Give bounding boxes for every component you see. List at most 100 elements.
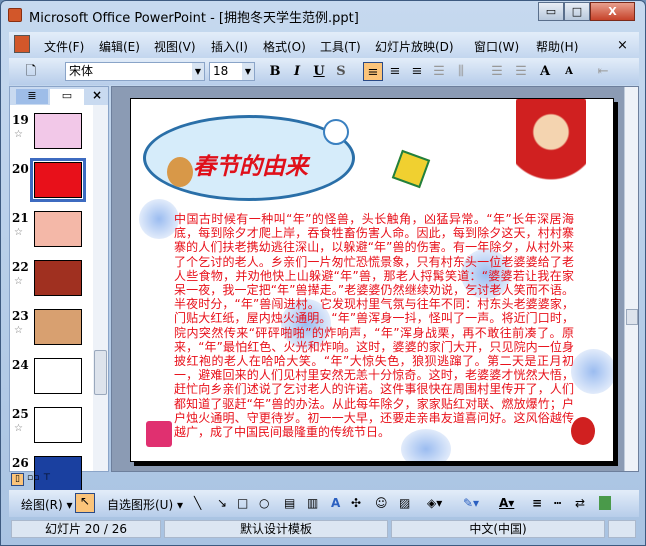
arrow-icon[interactable]: ↘ xyxy=(217,496,227,510)
menu-window[interactable]: 窗口(W) xyxy=(474,38,519,55)
slide-thumbnail-image[interactable] xyxy=(34,113,82,149)
slide-title[interactable]: 春节的由来 xyxy=(193,147,308,181)
font-name-select[interactable]: 宋体 ▼ xyxy=(65,62,205,81)
slide-number: 25 xyxy=(12,407,29,421)
menu-edit[interactable]: 编辑(E) xyxy=(99,38,140,55)
slide-number: 26 xyxy=(12,456,29,470)
slide-number: 19 xyxy=(12,113,29,127)
slide-thumbnail-image[interactable] xyxy=(34,407,82,443)
animation-star-icon: ☆ xyxy=(14,227,23,238)
animation-star-icon: ☆ xyxy=(14,325,23,336)
distributed-icon[interactable]: ☰ xyxy=(429,62,449,81)
underline-button[interactable]: U xyxy=(309,62,329,81)
select-pointer-icon[interactable]: ↖ xyxy=(75,493,95,513)
slide-thumbnail-19[interactable]: 19 ☆ xyxy=(10,113,96,161)
gift-box-icon xyxy=(391,149,431,189)
font-color-icon[interactable]: A▾ xyxy=(499,496,514,510)
slide-sorter-button[interactable]: ▫▫ xyxy=(27,473,39,483)
slide-thumbnail-22[interactable]: 22 ☆ xyxy=(10,260,96,308)
minimize-button[interactable]: ▭ xyxy=(538,2,564,21)
vertical-textbox-icon[interactable]: ▥ xyxy=(307,496,318,510)
oval-icon[interactable]: ○ xyxy=(259,496,269,510)
rectangle-icon[interactable]: □ xyxy=(237,496,248,510)
slide-thumbnail-image[interactable] xyxy=(34,309,82,345)
menu-help[interactable]: 帮助(H) xyxy=(536,38,578,55)
kid-icon xyxy=(571,417,595,445)
picture-icon[interactable]: ▨ xyxy=(399,496,410,510)
slideshow-button[interactable]: ⊤ xyxy=(43,473,51,483)
design-template: 默认设计模板 xyxy=(164,520,388,538)
chevron-down-icon[interactable]: ▼ xyxy=(242,63,254,80)
new-document-icon[interactable]: 🗋 xyxy=(21,62,41,81)
menu-view[interactable]: 视图(V) xyxy=(154,38,196,55)
slide-thumbnail-25[interactable]: 25 ☆ xyxy=(10,407,96,455)
fill-color-icon[interactable]: ◈▾ xyxy=(427,496,442,510)
autoshapes-menu[interactable]: 自选图形(U) ▾ xyxy=(107,496,183,513)
align-center-button[interactable]: ≡ xyxy=(385,62,405,81)
menu-format[interactable]: 格式(O) xyxy=(263,38,306,55)
reindeer-icon xyxy=(167,157,193,187)
slide-scrollbar[interactable] xyxy=(624,87,638,471)
animation-star-icon: ☆ xyxy=(14,129,23,140)
animation-star-icon: ☆ xyxy=(14,276,23,287)
shadow-button[interactable]: S xyxy=(331,62,351,81)
align-left-button[interactable]: ≡ xyxy=(363,62,383,81)
scrollbar-thumb[interactable] xyxy=(94,350,107,395)
slide-body-text[interactable]: 中国古时候有一种叫“年”的怪兽，头长触角，凶猛异常。“年”长年深居海底，每到除夕… xyxy=(174,212,574,439)
view-buttons: ▯ ▫▫ ⊤ xyxy=(9,473,109,488)
chevron-down-icon[interactable]: ▼ xyxy=(192,63,204,80)
dash-style-icon[interactable]: ┅ xyxy=(554,496,561,510)
menu-slideshow[interactable]: 幻灯片放映(D) xyxy=(375,38,454,55)
line-color-icon[interactable]: ✎▾ xyxy=(463,496,479,510)
numbering-icon[interactable]: ☰ xyxy=(487,62,507,81)
wordart-icon[interactable]: A xyxy=(331,496,340,510)
menu-tools[interactable]: 工具(T) xyxy=(320,38,361,55)
decrease-indent-icon[interactable]: ⇤ xyxy=(593,62,613,81)
slide-thumbnail-image[interactable] xyxy=(34,358,82,394)
line-spacing-icon[interactable]: ⫼ xyxy=(451,62,471,81)
menu-close-icon[interactable]: × xyxy=(617,38,628,53)
menu-insert[interactable]: 插入(I) xyxy=(211,38,248,55)
scrollbar-thumb[interactable] xyxy=(626,309,638,325)
bold-button[interactable]: B xyxy=(265,62,285,81)
menu-file[interactable]: 文件(F) xyxy=(44,38,84,55)
slide-number: 24 xyxy=(12,358,29,372)
decrease-font-button[interactable]: A xyxy=(559,62,579,81)
pane-tabs: ≣ ▭ × xyxy=(10,87,108,105)
normal-view-button[interactable]: ▯ xyxy=(11,473,24,486)
font-size-value: 18 xyxy=(213,64,229,78)
arrow-style-icon[interactable]: ⇄ xyxy=(575,496,585,510)
slide-thumbnail-23[interactable]: 23 ☆ xyxy=(10,309,96,357)
snowman-icon xyxy=(323,119,349,145)
slide-thumbnail-21[interactable]: 21 ☆ xyxy=(10,211,96,259)
slide-canvas[interactable]: 春节的由来 中国古时候有一种叫“年”的怪兽，头长触角，凶猛异常。“年”长年深居海… xyxy=(130,98,614,462)
slide-thumbnail-24[interactable]: 24 xyxy=(10,358,96,406)
document-icon xyxy=(14,35,30,53)
line-icon[interactable]: ╲ xyxy=(194,496,201,510)
textbox-icon[interactable]: ▤ xyxy=(284,496,295,510)
font-size-select[interactable]: 18 ▼ xyxy=(209,62,255,81)
close-button[interactable]: X xyxy=(590,2,635,21)
pane-close-icon[interactable]: × xyxy=(92,88,102,102)
diagram-icon[interactable]: ✣ xyxy=(351,496,361,510)
outline-tab[interactable]: ≣ xyxy=(16,89,48,104)
shadow-style-icon[interactable] xyxy=(599,496,611,510)
home-button[interactable] xyxy=(146,421,172,447)
italic-button[interactable]: I xyxy=(287,62,307,81)
slides-scrollbar[interactable] xyxy=(93,105,108,471)
powerpoint-window: Microsoft Office PowerPoint - [拥抱冬天学生范例.… xyxy=(0,0,646,546)
bullets-icon[interactable]: ☰ xyxy=(511,62,531,81)
slide-thumbnail-image[interactable] xyxy=(30,158,86,202)
clipart-icon[interactable]: ☺ xyxy=(375,496,388,510)
increase-font-button[interactable]: A xyxy=(535,62,555,81)
language-status: 中文(中国) xyxy=(391,520,605,538)
slide-thumbnail-image[interactable] xyxy=(34,211,82,247)
align-right-button[interactable]: ≡ xyxy=(407,62,427,81)
draw-menu[interactable]: 绘图(R) ▾ xyxy=(21,496,73,513)
slide-number: 22 xyxy=(12,260,29,274)
slides-tab[interactable]: ▭ xyxy=(50,89,84,105)
slide-thumbnail-image[interactable] xyxy=(34,260,82,296)
slide-thumbnail-20[interactable]: 20 xyxy=(10,158,96,210)
line-style-icon[interactable]: ≡ xyxy=(532,496,542,510)
maximize-button[interactable]: □ xyxy=(564,2,590,21)
